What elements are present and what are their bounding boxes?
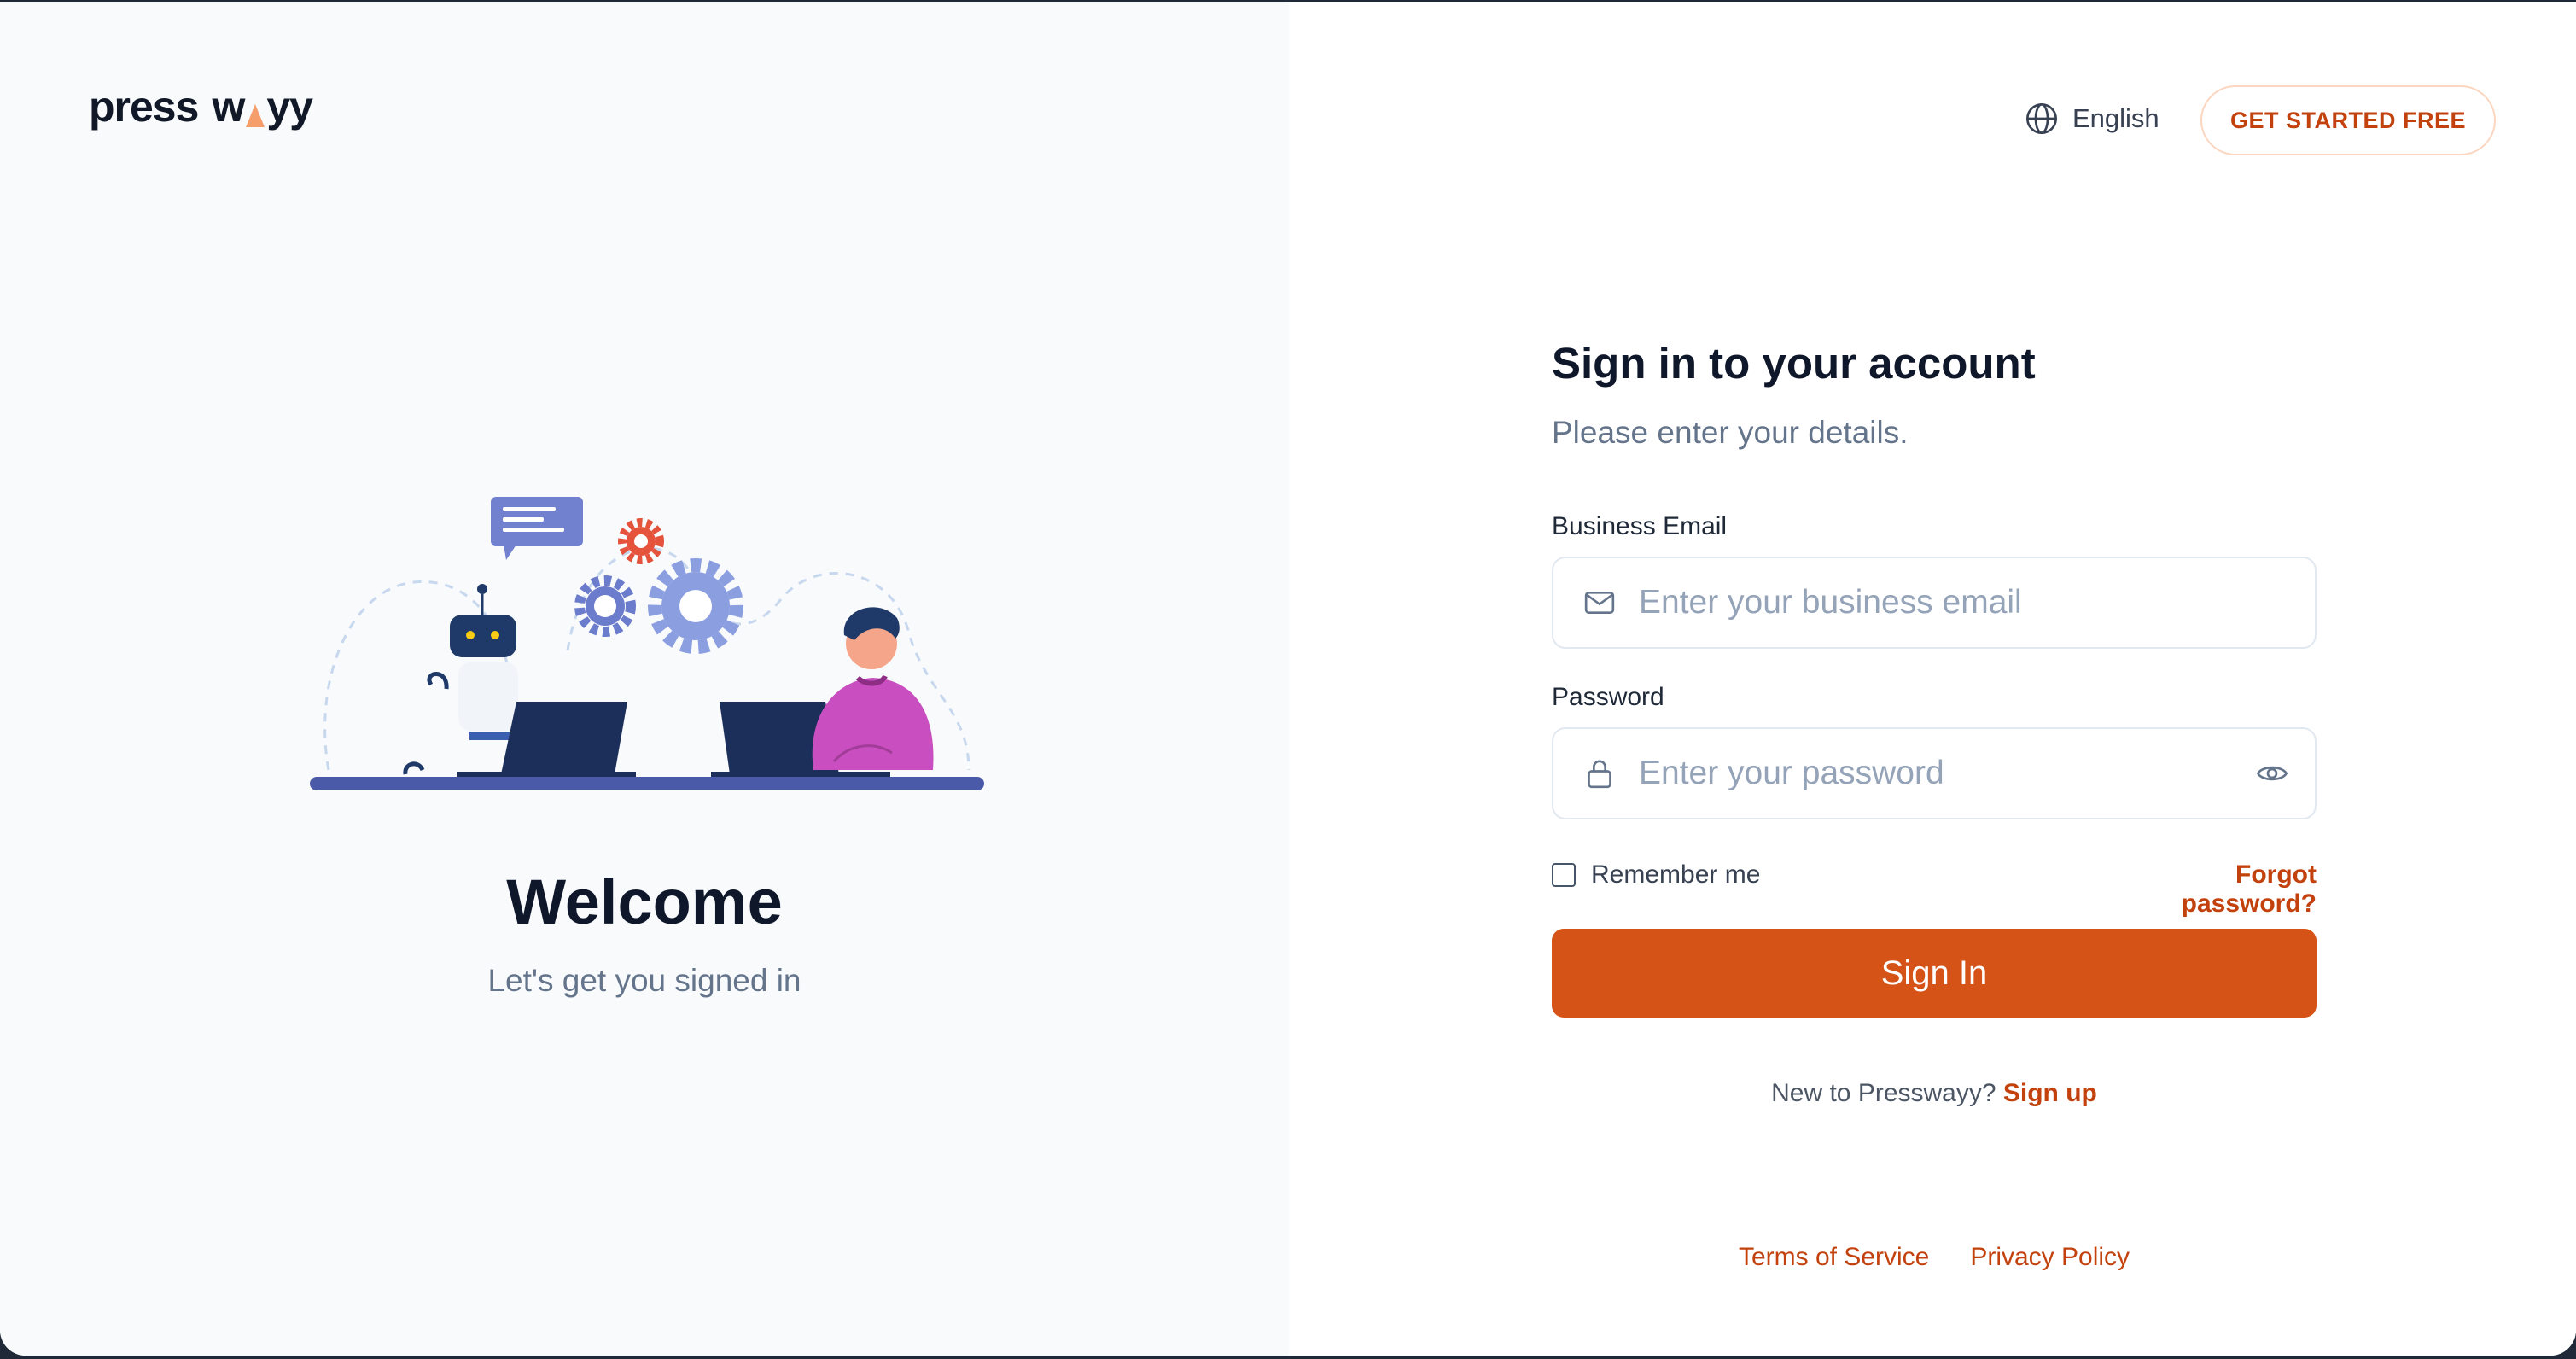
password-label: Password	[1552, 683, 1664, 711]
lock-icon	[1588, 760, 1611, 789]
email-label: Business Email	[1552, 512, 1728, 540]
app-window: press w yy Welcome Let's get you signed …	[0, 2, 2576, 1356]
terms-of-service-link[interactable]: Terms of Service	[1739, 1243, 1929, 1272]
person-figure	[812, 607, 934, 770]
logo-triangle-icon	[246, 104, 265, 127]
gear-icon-large	[648, 558, 743, 654]
email-input[interactable]	[1637, 583, 2315, 622]
logo-text-w: w	[212, 83, 245, 131]
mail-icon	[1584, 592, 1615, 614]
chat-bubble-icon	[491, 497, 583, 560]
remember-me-label: Remember me	[1591, 860, 1761, 889]
globe-icon	[2026, 103, 2057, 134]
eye-icon[interactable]	[2255, 756, 2289, 790]
sign-up-link[interactable]: Sign up	[2003, 1079, 2097, 1107]
signin-panel	[1289, 2, 2576, 1356]
signup-prompt-line: New to Presswayy? Sign up	[1552, 1079, 2317, 1108]
logo-text-yy: yy	[266, 83, 313, 131]
signup-prompt-text: New to Presswayy?	[1771, 1079, 1996, 1107]
robot-and-person-at-laptops-illustration	[310, 497, 984, 790]
email-field-container[interactable]	[1552, 557, 2317, 649]
logo-text-press: press	[89, 83, 199, 131]
password-field-container[interactable]	[1552, 727, 2317, 819]
welcome-panel: press w yy Welcome Let's get you signed …	[0, 2, 1289, 1356]
privacy-policy-link[interactable]: Privacy Policy	[1970, 1243, 2130, 1272]
language-selector[interactable]: English	[2025, 102, 2159, 136]
desk	[310, 777, 984, 790]
sign-in-button[interactable]: Sign In	[1552, 929, 2317, 1018]
robot-figure	[403, 584, 521, 775]
remember-me-checkbox[interactable]	[1552, 863, 1576, 887]
forgot-password-link[interactable]: Forgot password?	[2101, 860, 2317, 919]
language-label: English	[2072, 103, 2159, 133]
password-input[interactable]	[1637, 754, 2255, 793]
form-subtitle: Please enter your details.	[1552, 415, 1909, 450]
gear-icon-red	[618, 518, 664, 564]
form-title: Sign in to your account	[1552, 339, 2036, 388]
welcome-subtitle: Let's get you signed in	[487, 963, 801, 998]
gear-icon-small	[574, 575, 636, 637]
footer-links: Terms of Service Privacy Policy	[1552, 1243, 2317, 1272]
remember-me[interactable]: Remember me	[1552, 860, 1760, 889]
welcome-title: Welcome	[506, 866, 783, 937]
get-started-free-button[interactable]: GET STARTED FREE	[2200, 85, 2496, 155]
presswayy-logo[interactable]: press w yy	[89, 83, 313, 131]
